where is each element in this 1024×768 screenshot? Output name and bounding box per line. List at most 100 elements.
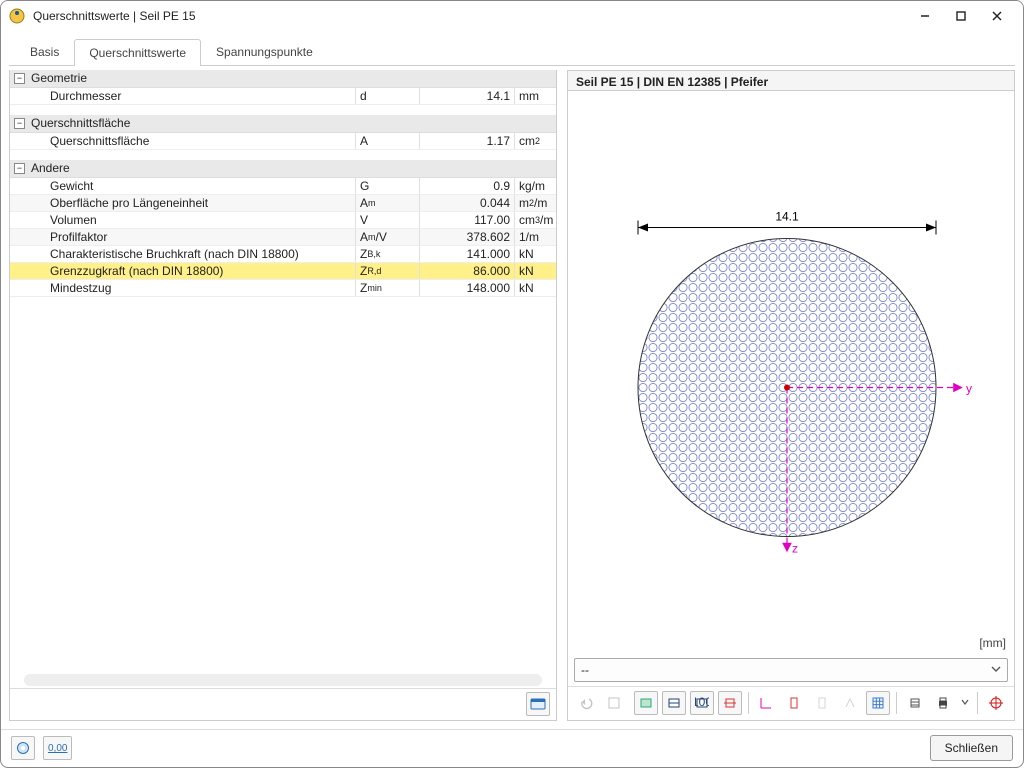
chevron-down-icon[interactable]: [959, 695, 971, 712]
separator: [896, 692, 897, 714]
window: Querschnittswerte | Seil PE 15 Basis Que…: [0, 0, 1024, 768]
show-parts-button[interactable]: [810, 691, 834, 715]
z-axis-label: z: [792, 541, 798, 555]
view-solid-button[interactable]: [634, 691, 658, 715]
stress-point-selector[interactable]: --: [574, 658, 1008, 682]
prop-name: Profilfaktor: [10, 229, 355, 245]
export-excel-button[interactable]: [526, 692, 550, 716]
prop-name: Querschnittsfläche: [10, 133, 355, 149]
bottom-bar: 0,00 Schließen: [1, 729, 1023, 767]
titlebar: Querschnittswerte | Seil PE 15: [1, 1, 1023, 32]
tab-querschnittswerte[interactable]: Querschnittswerte: [74, 39, 201, 66]
dropdown-value: --: [581, 663, 589, 677]
table-row[interactable]: Charakteristische Bruchkraft (nach DIN 1…: [10, 246, 556, 263]
prop-symbol: V: [355, 212, 419, 228]
separator: [748, 692, 749, 714]
table-row[interactable]: Volumen V 117.00 cm3/m: [10, 212, 556, 229]
target-button[interactable]: [984, 691, 1008, 715]
help-button[interactable]: [11, 736, 35, 760]
prop-name: Grenzzugkraft (nach DIN 18800): [10, 263, 355, 279]
dimension-value: 14.1: [775, 209, 799, 223]
prop-name: Durchmesser: [10, 88, 355, 104]
preview-header: Seil PE 15 | DIN EN 12385 | Pfeifer: [568, 71, 1014, 91]
minimize-button[interactable]: [907, 4, 943, 28]
table-row[interactable]: Profilfaktor Am/V 378.602 1/m: [10, 229, 556, 246]
prop-unit: 1/m: [514, 229, 556, 245]
prop-unit: kg/m: [514, 178, 556, 194]
y-axis-label: y: [966, 381, 972, 395]
table-row[interactable]: Oberfläche pro Längeneinheit Am 0.044 m2…: [10, 195, 556, 212]
prop-value: 14.1: [419, 88, 514, 104]
show-grid-button[interactable]: [866, 691, 890, 715]
prop-value: 0.9: [419, 178, 514, 194]
show-stress-points-button[interactable]: [782, 691, 806, 715]
horizontal-scrollbar[interactable]: [24, 674, 542, 686]
group-title: Querschnittsfläche: [31, 116, 130, 130]
prop-symbol: A: [355, 133, 419, 149]
prop-name: Gewicht: [10, 178, 355, 194]
section-drawing: 14.1 y z: [568, 91, 1014, 654]
preview-panel: Seil PE 15 | DIN EN 12385 | Pfeifer: [567, 70, 1015, 721]
window-title: Querschnittswerte | Seil PE 15: [33, 9, 907, 23]
prop-symbol: ZB,k: [355, 246, 419, 262]
panels: − Geometrie Durchmesser d 14.1 mm: [9, 70, 1015, 721]
prop-symbol: ZR,d: [355, 263, 419, 279]
group-title: Geometrie: [31, 71, 87, 85]
origin-point: [784, 384, 790, 390]
prop-value: 1.17: [419, 133, 514, 149]
group-geometrie: − Geometrie Durchmesser d 14.1 mm: [10, 70, 556, 105]
collapse-icon[interactable]: −: [14, 118, 25, 129]
content: Basis Querschnittswerte Spannungspunkte …: [1, 32, 1023, 729]
prop-unit: kN: [514, 280, 556, 296]
show-values-button[interactable]: 100: [690, 691, 714, 715]
group-header-querschnittsflaeche[interactable]: − Querschnittsfläche: [10, 115, 556, 133]
table-row[interactable]: Durchmesser d 14.1 mm: [10, 88, 556, 105]
show-dimensions-button[interactable]: [718, 691, 742, 715]
group-querschnittsflaeche: − Querschnittsfläche Querschnittsfläche …: [10, 115, 556, 150]
tab-bar: Basis Querschnittswerte Spannungspunkte: [9, 38, 1015, 66]
prop-unit: m2/m: [514, 195, 556, 211]
group-header-geometrie[interactable]: − Geometrie: [10, 70, 556, 88]
prop-symbol: Zmin: [355, 280, 419, 296]
prop-name: Mindestzug: [10, 280, 355, 296]
prop-unit: kN: [514, 263, 556, 279]
unit-label: [mm]: [979, 636, 1006, 650]
left-toolbar: [10, 688, 556, 720]
zoom-reset-button[interactable]: [602, 691, 626, 715]
properties-panel: − Geometrie Durchmesser d 14.1 mm: [9, 70, 557, 721]
show-axes-button[interactable]: [755, 691, 779, 715]
prop-value: 86.000: [419, 263, 514, 279]
maximize-button[interactable]: [943, 4, 979, 28]
properties-tree[interactable]: − Geometrie Durchmesser d 14.1 mm: [10, 70, 556, 674]
show-welds-button[interactable]: [838, 691, 862, 715]
prop-name: Volumen: [10, 212, 355, 228]
prop-unit: cm2: [514, 133, 556, 149]
collapse-icon[interactable]: −: [14, 73, 25, 84]
prop-value: 148.000: [419, 280, 514, 296]
table-row[interactable]: Gewicht G 0.9 kg/m: [10, 178, 556, 195]
prop-unit: mm: [514, 88, 556, 104]
app-icon: [9, 8, 25, 24]
table-row[interactable]: Querschnittsfläche A 1.17 cm2: [10, 133, 556, 150]
settings-button[interactable]: [903, 691, 927, 715]
prop-symbol: Am/V: [355, 229, 419, 245]
decimals-button[interactable]: 0,00: [43, 736, 72, 760]
prop-unit: kN: [514, 246, 556, 262]
prop-value: 117.00: [419, 212, 514, 228]
prop-name: Oberfläche pro Längeneinheit: [10, 195, 355, 211]
tab-spannungspunkte[interactable]: Spannungspunkte: [201, 38, 328, 65]
print-button[interactable]: [931, 691, 955, 715]
table-row-selected[interactable]: Grenzzugkraft (nach DIN 18800) ZR,d 86.0…: [10, 263, 556, 280]
group-header-andere[interactable]: − Andere: [10, 160, 556, 178]
chevron-down-icon: [991, 663, 1001, 677]
close-dialog-button[interactable]: Schließen: [930, 735, 1013, 761]
tab-basis[interactable]: Basis: [15, 38, 74, 65]
view-render-button[interactable]: [662, 691, 686, 715]
prop-value: 0.044: [419, 195, 514, 211]
table-row[interactable]: Mindestzug Zmin 148.000 kN: [10, 280, 556, 297]
preview-canvas[interactable]: 14.1 y z [mm]: [568, 91, 1014, 654]
undo-button[interactable]: [574, 691, 598, 715]
close-button[interactable]: [979, 4, 1015, 28]
prop-symbol: d: [355, 88, 419, 104]
collapse-icon[interactable]: −: [14, 163, 25, 174]
